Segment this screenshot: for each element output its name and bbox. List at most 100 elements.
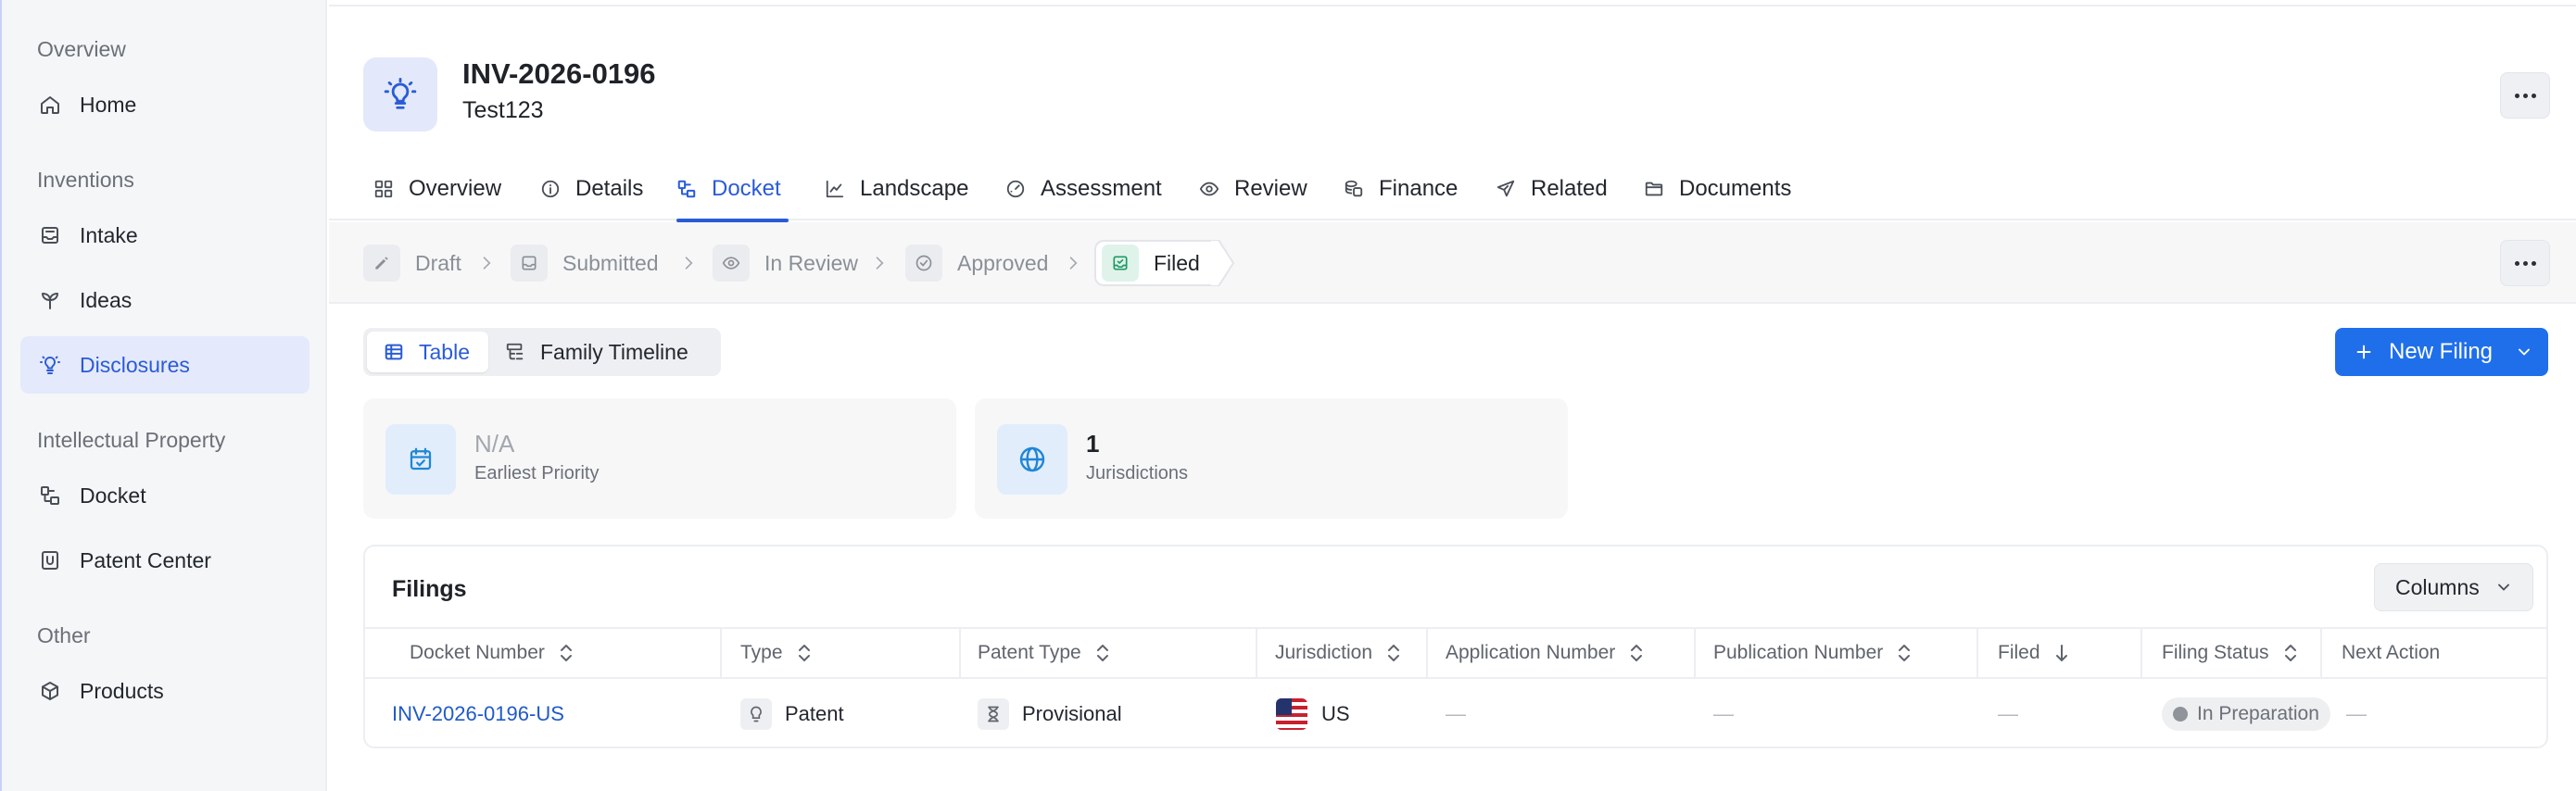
chevron-right-icon [685,257,693,270]
table-row[interactable]: INV-2026-0196-US Patent Provisional US —… [365,679,2546,748]
status-badge: In Preparation [2162,697,2330,731]
view-timeline-label: Family Timeline [539,339,688,364]
tab-label: Finance [1379,176,1458,201]
tab-review[interactable]: Review [1199,157,1307,220]
column-header-jurisdiction[interactable]: Jurisdiction [1257,629,1428,677]
table-header: Docket Number Type Patent Type Jurisdict… [365,627,2546,679]
tab-overview[interactable]: Overview [373,157,501,220]
sort-descending-icon [2055,645,2067,661]
sidebar-item-label: Home [80,92,137,117]
sidebar-item-label: Ideas [80,287,133,312]
new-filing-button[interactable]: New Filing [2335,328,2548,376]
sidebar-item-products[interactable]: Products [20,662,309,720]
grid-icon [374,180,393,198]
view-table-button[interactable]: Table [367,332,488,372]
column-header-application-number[interactable]: Application Number [1428,629,1696,677]
sidebar-section-other: Other [37,623,91,647]
sidebar-section-inventions: Inventions [37,168,134,192]
sidebar-item-disclosures[interactable]: Disclosures [20,336,309,394]
sidebar-item-label: Docket [80,483,146,508]
chevron-down-icon [2519,348,2530,356]
sort-icon [2284,645,2296,661]
disclosure-avatar [363,57,437,132]
new-filing-label: New Filing [2389,339,2494,364]
header-more-button[interactable] [2500,72,2550,119]
inbox-icon [511,245,548,282]
sidebar-item-intake[interactable]: Intake [20,207,309,264]
column-header-type[interactable]: Type [722,629,961,677]
main-content: INV-2026-0196 Test123 Overview Details D… [329,0,2576,791]
patent-type-icon [740,697,772,730]
workflow-stepper: Draft Submitted In Review Approved Filed [329,222,2576,304]
step-label: Submitted [562,250,659,275]
filed-tray-icon [1102,245,1139,282]
docket-icon [41,486,59,505]
chevron-right-icon [483,257,491,270]
step-filed[interactable]: Filed [1094,240,1215,286]
column-header-publication-number[interactable]: Publication Number [1696,629,1978,677]
sort-icon [798,645,810,661]
tab-assessment[interactable]: Assessment [1005,157,1162,220]
lightbulb-icon [384,77,417,109]
sidebar-item-label: Disclosures [80,352,190,377]
folder-icon [1645,182,1663,196]
tab-docket[interactable]: Docket [676,157,789,222]
tab-label: Overview [409,176,502,201]
columns-button[interactable]: Columns [2374,563,2533,611]
column-header-filed[interactable]: Filed [1978,629,2142,677]
docket-number-link[interactable]: INV-2026-0196-US [392,702,564,726]
tab-label: Review [1234,176,1307,201]
chevron-right-icon [1069,257,1078,270]
workflow-more-button[interactable] [2500,240,2550,286]
gauge-icon [1006,180,1025,198]
globe-icon [997,424,1067,495]
send-icon [1496,180,1515,197]
page-subtitle: Test123 [462,97,544,123]
step-in-review[interactable]: In Review [713,243,858,283]
more-dots-icon [2514,260,2519,266]
pencil-icon [363,245,400,282]
eye-icon [1199,182,1219,196]
tab-details[interactable]: Details [540,157,643,220]
tab-landscape[interactable]: Landscape [825,157,968,220]
sidebar-item-home[interactable]: Home [20,76,309,133]
step-label: Approved [957,250,1049,275]
columns-label: Columns [2395,574,2480,599]
cell-docket-number[interactable]: INV-2026-0196-US [392,679,564,748]
tab-related[interactable]: Related [1496,157,1608,220]
column-header-next-action[interactable]: Next Action [2322,629,2546,677]
step-draft[interactable]: Draft [363,243,461,283]
us-flag-icon [1276,697,1307,730]
sidebar-item-ideas[interactable]: Ideas [20,271,309,329]
docket-icon [677,180,696,198]
column-header-docket-number[interactable]: Docket Number [365,629,722,677]
tab-bar: Overview Details Docket Landscape Assess… [329,157,2576,222]
column-header-patent-type[interactable]: Patent Type [961,629,1257,677]
step-submitted[interactable]: Submitted [511,243,659,283]
view-family-timeline-button[interactable]: Family Timeline [488,332,707,372]
sidebar-item-patent-center[interactable]: Patent Center [20,532,309,589]
patent-center-icon [42,551,58,570]
coins-icon [1345,180,1363,197]
calendar-check-icon [385,424,456,495]
tab-documents[interactable]: Documents [1644,157,1791,220]
sidebar-section-ip: Intellectual Property [37,428,226,452]
sidebar-item-label: Patent Center [80,547,211,572]
tab-finance[interactable]: Finance [1344,157,1458,220]
step-label: Draft [415,250,461,275]
sidebar-item-label: Products [80,678,164,703]
sidebar-item-docket[interactable]: Docket [20,467,309,524]
top-divider [329,5,2576,6]
cell-type: Patent [740,679,844,748]
sort-icon [1096,645,1108,661]
cell-filed: — [1998,701,2018,725]
tab-label: Details [575,176,644,201]
stat-jurisdictions: 1 Jurisdictions [975,398,1568,519]
home-icon [41,96,59,114]
cell-filing-status: In Preparation [2162,679,2330,748]
step-label: Filed [1154,250,1200,275]
more-dots-icon [2514,93,2519,98]
step-approved[interactable]: Approved [905,243,1048,283]
column-header-filing-status[interactable]: Filing Status [2142,629,2322,677]
stat-label: Earliest Priority [474,463,600,483]
